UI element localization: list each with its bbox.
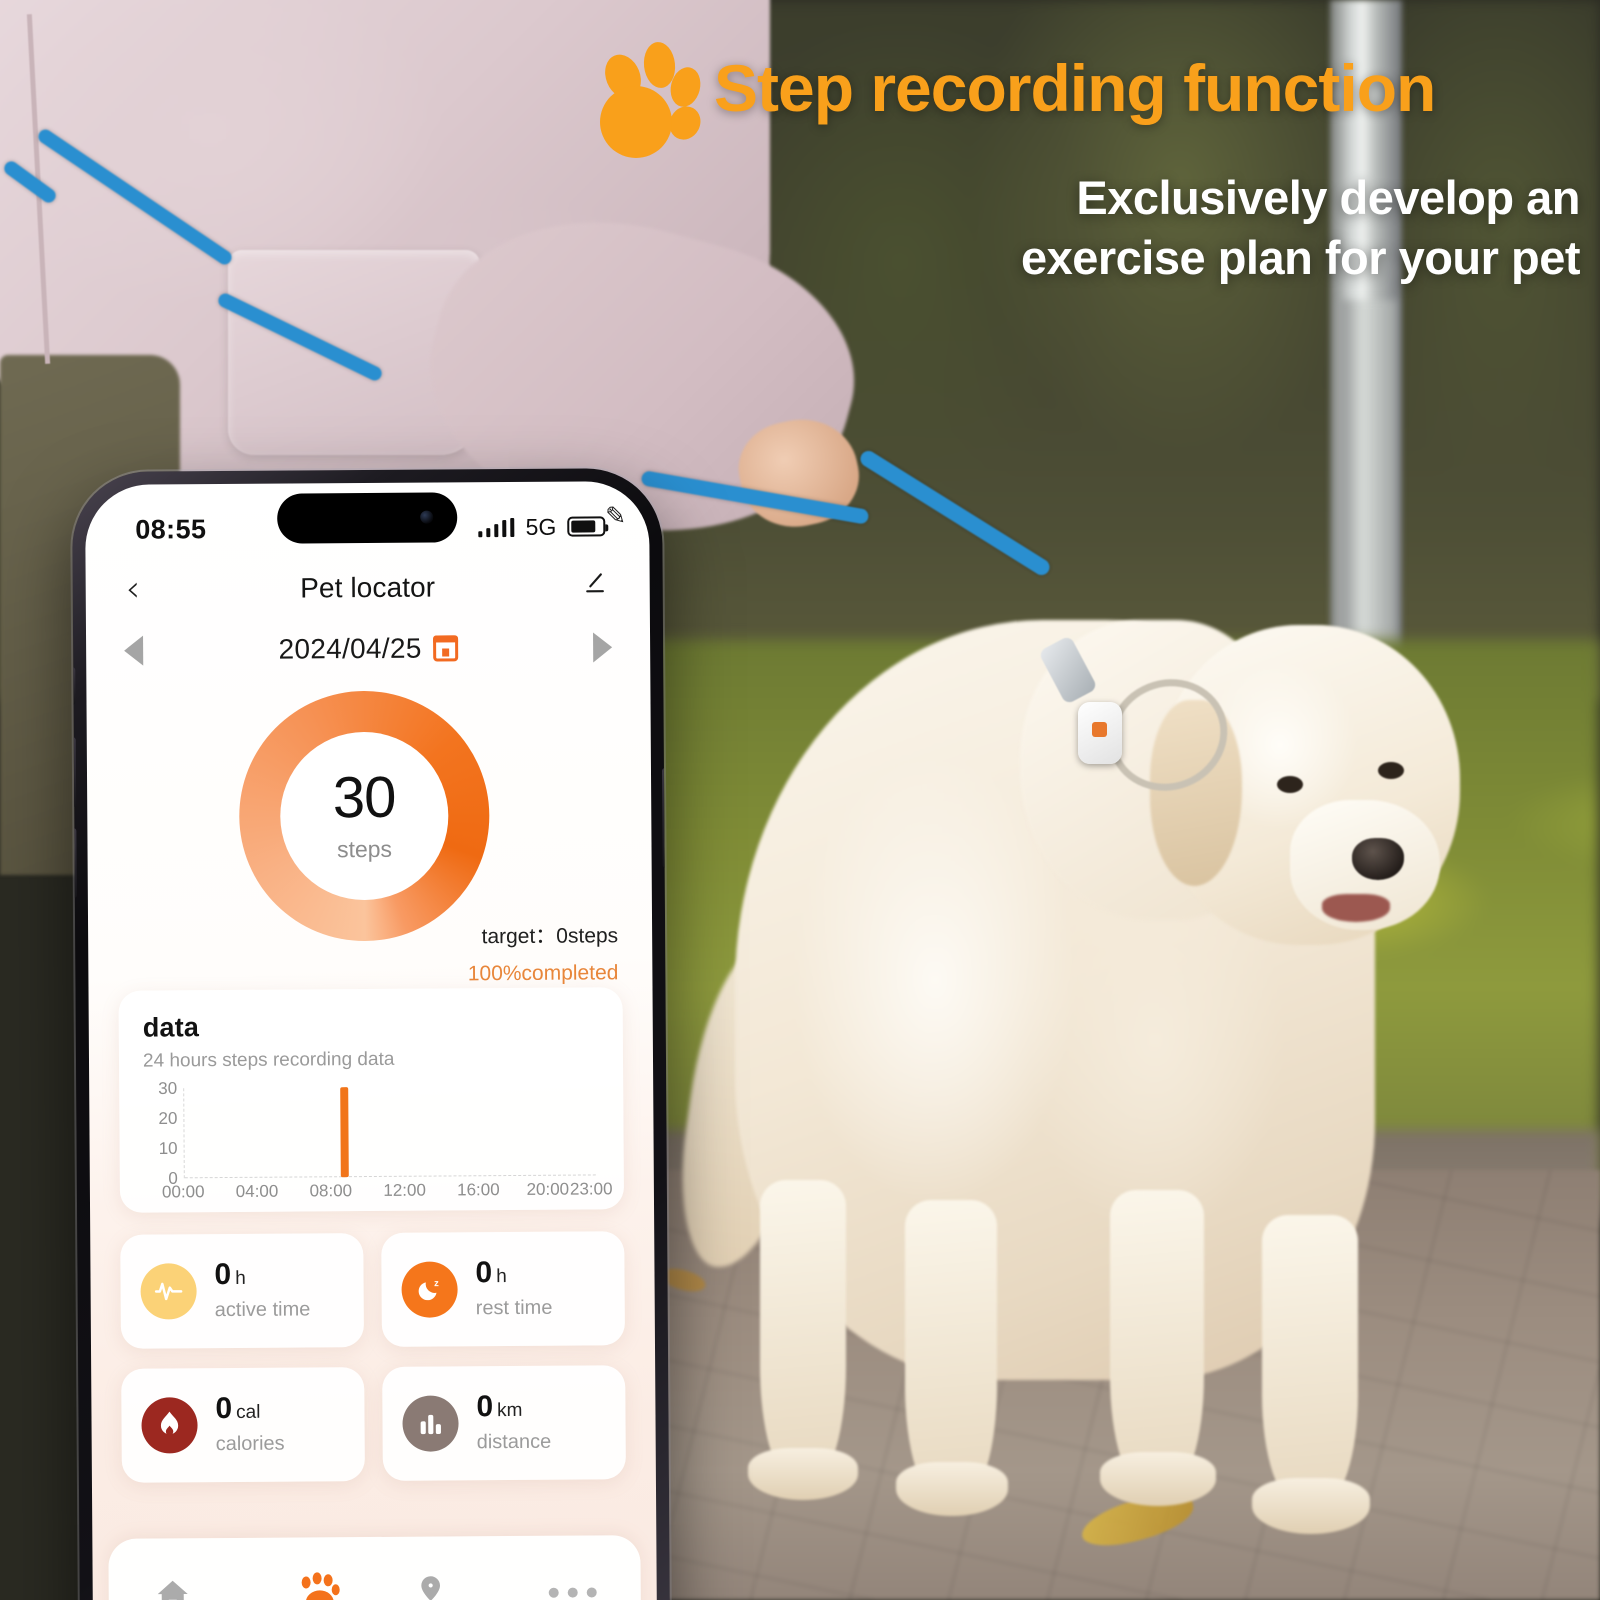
chart-x-tick: 04:00 [235, 1181, 279, 1201]
dog-paw [1100, 1452, 1216, 1506]
dog-leg [905, 1200, 997, 1500]
steps-value: 30 [332, 764, 396, 831]
status-bar: 08:55 5G ✎ [85, 481, 649, 557]
chart-bar [340, 1087, 349, 1178]
tab-home[interactable] [153, 1568, 264, 1600]
stat-value: 0 cal [215, 1391, 261, 1426]
chart-x-axis: 00:00 04:00 08:00 12:00 16:00 20:00 23:00 [162, 1179, 613, 1204]
data-card: data 24 hours steps recording data 0 10 20… [118, 987, 625, 1213]
stat-unit: km [497, 1399, 523, 1422]
dog-nose [1352, 838, 1404, 880]
dog-paw [896, 1462, 1008, 1516]
battery-icon [567, 516, 606, 537]
stat-card[interactable]: 0 h active time [120, 1233, 365, 1349]
chart-x-tick: 20:00 [526, 1179, 570, 1199]
hero-title: Step recording function [714, 51, 1436, 125]
paw-icon [298, 1572, 340, 1600]
data-card-subtitle: 24 hours steps recording data [142, 1048, 395, 1072]
home-icon [157, 1580, 188, 1600]
stat-label: active time [214, 1298, 311, 1322]
stat-card[interactable]: 0 cal calories [121, 1367, 365, 1483]
steps-ring-center: 30 steps [238, 690, 490, 942]
calendar-icon[interactable] [432, 635, 458, 662]
edit-pencil-icon[interactable] [570, 569, 610, 604]
heartbeat-icon [140, 1263, 197, 1320]
chart-y-axis: 0 10 20 30 [143, 1079, 178, 1196]
stat-unit: cal [236, 1401, 261, 1423]
chart-x-tick: 12:00 [383, 1180, 426, 1200]
phone-mockup: 08:55 5G ✎ ‹ Pet locator 2024/04/25 30 s… [71, 467, 671, 1600]
dog-eye [1378, 762, 1404, 779]
stat-label: rest time [475, 1296, 553, 1320]
chart-y-tick: 30 [158, 1078, 178, 1098]
date-display[interactable]: 2024/04/25 [278, 632, 458, 665]
triangle-left-icon[interactable] [124, 635, 144, 666]
stat-unit: h [496, 1266, 507, 1288]
chart-x-tick: 00:00 [161, 1182, 205, 1202]
tab-more[interactable] [486, 1565, 597, 1600]
triangle-right-icon[interactable] [593, 632, 613, 663]
stat-label: distance [476, 1430, 552, 1454]
svg-text:z: z [434, 1278, 439, 1288]
chart-x-tick: 23:00 [569, 1179, 613, 1199]
network-label: 5G [525, 513, 557, 540]
app-navbar: ‹ Pet locator [85, 553, 649, 615]
chart-y-tick: 20 [158, 1108, 178, 1128]
steps-unit: steps [336, 835, 393, 863]
steps-ring-section: 30 steps target：0steps 100%completed [86, 679, 652, 985]
chart-y-tick: 10 [158, 1138, 178, 1158]
hero-banner: Step recording function Exclusively deve… [598, 40, 1581, 288]
dog-leg [1110, 1190, 1204, 1490]
dog-eye [1277, 776, 1303, 793]
page-title: Pet locator [300, 571, 436, 604]
stat-value: 0h [475, 1256, 507, 1290]
selected-date: 2024/04/25 [278, 632, 422, 665]
flame-icon [141, 1397, 198, 1454]
date-selector: 2024/04/25 [86, 611, 650, 667]
status-time: 08:55 [135, 513, 207, 545]
location-pin-icon [420, 1576, 440, 1600]
more-dots-icon [548, 1587, 597, 1598]
stat-value: 0h [214, 1257, 246, 1292]
stat-label: calories [215, 1432, 285, 1456]
data-card-title: data [142, 1012, 200, 1043]
pencil-icon: ✎ [605, 502, 627, 531]
dynamic-island [277, 492, 458, 544]
phone-screen: 08:55 5G ✎ ‹ Pet locator 2024/04/25 30 s… [84, 481, 658, 1600]
pet-tracker-device [1078, 702, 1122, 764]
stat-value: 0 km [476, 1390, 523, 1424]
tab-pet[interactable] [264, 1567, 375, 1600]
dog-mouth [1322, 894, 1390, 922]
chart-plot-area [183, 1085, 596, 1179]
hero-subtitle: Exclusively develop an exercise plan for… [600, 168, 1581, 288]
steps-bar-chart: 0 10 20 30 00:00 04:00 08:00 12:00 16:00 20:00 23… [143, 1079, 612, 1202]
completion-text: 100%completed [467, 961, 619, 986]
chevron-left-icon[interactable]: ‹ [126, 569, 166, 610]
stat-card[interactable]: 0 km distance [382, 1365, 626, 1481]
lamp-pole-inner [1340, 300, 1396, 660]
dog-paw [1252, 1478, 1370, 1534]
chart-baseline [184, 1174, 596, 1179]
hero-subtitle-line1: Exclusively develop an [1076, 171, 1580, 224]
dog-leg [760, 1180, 846, 1480]
stat-card[interactable]: z 0 h rest time [381, 1231, 625, 1347]
hero-subtitle-line2: exercise plan for your pet [1020, 231, 1581, 285]
chart-x-tick: 08:00 [309, 1181, 353, 1201]
bar-chart-icon [402, 1395, 459, 1452]
bottom-tabbar [108, 1535, 642, 1600]
target-value: 0steps [556, 924, 619, 948]
paw-icon [598, 40, 707, 158]
target-label: target： [481, 924, 557, 949]
stat-unit: h [235, 1267, 246, 1289]
dog-paw [748, 1448, 858, 1500]
chart-x-tick: 16:00 [457, 1180, 500, 1200]
tab-location[interactable] [375, 1566, 486, 1600]
dog-leg [1262, 1215, 1358, 1505]
signal-bars-icon [478, 517, 515, 537]
moon-sleep-icon: z [401, 1261, 458, 1318]
stats-grid: 0 h active time z 0 h rest time 0 cal calories 0 km… [120, 1231, 626, 1483]
